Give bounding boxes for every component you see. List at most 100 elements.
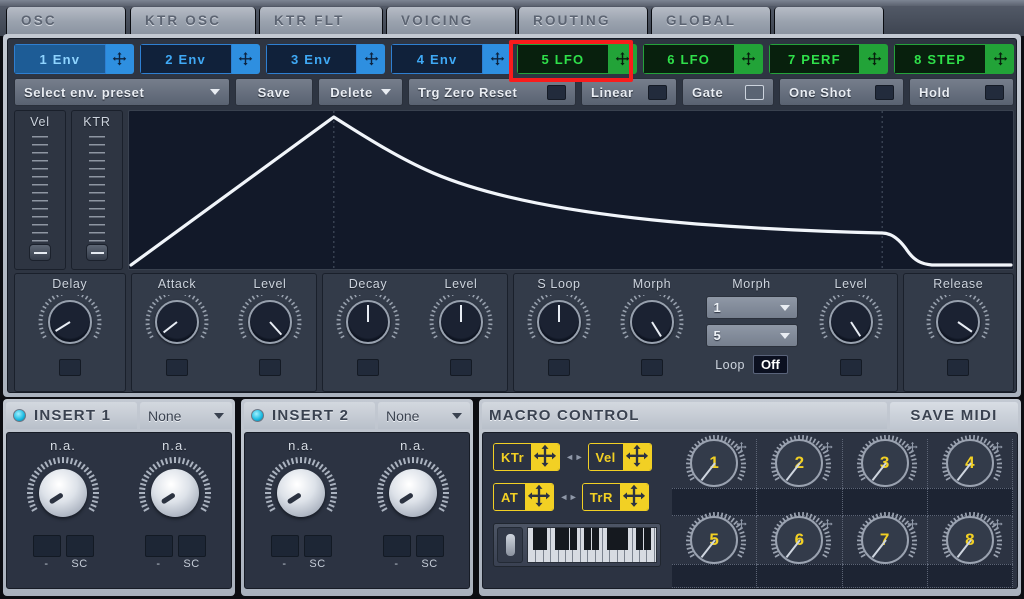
toggle-checkbox[interactable] <box>648 85 667 100</box>
insert-knob[interactable] <box>376 456 450 530</box>
macro-knob-4[interactable]: 4 <box>946 439 994 487</box>
knob-body[interactable] <box>389 469 437 517</box>
toggle-checkbox[interactable] <box>745 85 764 100</box>
knob[interactable] <box>925 295 991 357</box>
knob[interactable] <box>619 295 685 357</box>
env-move-handle[interactable] <box>860 44 888 74</box>
loop-value-button[interactable]: Off <box>753 355 788 374</box>
macro-source-trr[interactable]: TrR <box>582 483 649 511</box>
ktr-slider-handle[interactable] <box>86 244 108 261</box>
insert-btn-minus[interactable] <box>271 535 299 557</box>
macro-knob-5[interactable]: 5 <box>690 516 738 564</box>
macro-knob-move-handle[interactable] <box>735 441 748 459</box>
insert-btn-minus[interactable] <box>33 535 61 557</box>
insert-slot-select[interactable]: None <box>140 402 232 429</box>
knob-body[interactable] <box>248 300 292 344</box>
insert-btn-sc[interactable] <box>416 535 444 557</box>
macro-source-ktr[interactable]: KTr <box>493 443 560 471</box>
knob[interactable] <box>818 295 884 357</box>
env-button-3-env[interactable]: 3 Env <box>266 44 386 74</box>
macro-source-at[interactable]: AT <box>493 483 554 511</box>
knob-assign-button[interactable] <box>59 359 81 376</box>
ktr-slider-track[interactable] <box>86 136 108 261</box>
macro-knob-move-handle[interactable] <box>821 518 834 536</box>
insert-knob[interactable] <box>264 456 338 530</box>
piano-black-key[interactable] <box>592 528 599 550</box>
toggle-hold[interactable]: Hold <box>909 78 1014 106</box>
piano-black-key[interactable] <box>555 528 562 550</box>
macro-knob-move-handle[interactable] <box>906 441 919 459</box>
knob-assign-button[interactable] <box>357 359 379 376</box>
tab-global[interactable]: GLOBAL <box>651 7 771 34</box>
env-move-handle[interactable] <box>609 44 637 74</box>
midi-keyboard[interactable] <box>493 523 661 567</box>
macro-source-move-handle[interactable] <box>620 484 648 510</box>
knob-body[interactable] <box>537 300 581 344</box>
knob-body[interactable] <box>829 300 873 344</box>
macro-source-move-handle[interactable] <box>623 444 651 470</box>
knob-assign-button[interactable] <box>641 359 663 376</box>
knob[interactable] <box>37 295 103 357</box>
env-button-5-lfo[interactable]: 5 LFO <box>517 44 637 74</box>
toggle-checkbox[interactable] <box>547 85 566 100</box>
env-move-handle[interactable] <box>357 44 385 74</box>
knob-assign-button[interactable] <box>259 359 281 376</box>
knob-body[interactable] <box>48 300 92 344</box>
tab-ktr-flt[interactable]: KTR FLT <box>259 7 383 34</box>
morph-select-b[interactable]: 5 <box>706 324 798 347</box>
tab-ktr-osc[interactable]: KTR OSC <box>130 7 256 34</box>
insert-btn-sc[interactable] <box>66 535 94 557</box>
insert-title[interactable]: INSERT 1 <box>6 402 137 429</box>
vel-slider-track[interactable] <box>29 136 51 261</box>
knob-body[interactable] <box>151 469 199 517</box>
insert-knob[interactable] <box>138 456 212 530</box>
env-move-handle[interactable] <box>232 44 260 74</box>
tab-routing[interactable]: ROUTING <box>518 7 648 34</box>
knob-body[interactable] <box>39 469 87 517</box>
knob-body[interactable] <box>936 300 980 344</box>
env-button-2-env[interactable]: 2 Env <box>140 44 260 74</box>
env-move-handle[interactable] <box>106 44 134 74</box>
macro-knob-move-handle[interactable] <box>991 518 1004 536</box>
knob-assign-button[interactable] <box>840 359 862 376</box>
tab-osc[interactable]: OSC <box>6 7 126 34</box>
env-move-handle[interactable] <box>735 44 763 74</box>
piano-black-key[interactable] <box>607 528 614 550</box>
power-led-icon[interactable] <box>13 409 26 422</box>
env-move-handle[interactable] <box>483 44 511 74</box>
vel-slider[interactable]: Vel <box>14 110 66 270</box>
knob[interactable] <box>237 295 303 357</box>
envelope-curve-display[interactable] <box>128 110 1014 270</box>
piano-black-key[interactable] <box>584 528 591 550</box>
env-move-handle[interactable] <box>986 44 1014 74</box>
morph-select-a[interactable]: 1 <box>706 296 798 319</box>
pitch-wheel[interactable] <box>497 527 523 563</box>
knob-body[interactable] <box>155 300 199 344</box>
macro-knob-1[interactable]: 1 <box>690 439 738 487</box>
insert-btn-sc[interactable] <box>178 535 206 557</box>
macro-knob-3[interactable]: 3 <box>861 439 909 487</box>
knob-body[interactable] <box>346 300 390 344</box>
knob-assign-button[interactable] <box>450 359 472 376</box>
piano-black-key[interactable] <box>644 528 651 550</box>
env-button-8-step[interactable]: 8 STEP <box>894 44 1014 74</box>
macro-knob-8[interactable]: 8 <box>946 516 994 564</box>
save-midi-button[interactable]: SAVE MIDI <box>890 402 1018 429</box>
tab-voicing[interactable]: VOICING <box>386 7 516 34</box>
knob-body[interactable] <box>277 469 325 517</box>
insert-btn-minus[interactable] <box>383 535 411 557</box>
insert-knob[interactable] <box>26 456 100 530</box>
piano-black-key[interactable] <box>562 528 569 550</box>
toggle-linear[interactable]: Linear <box>581 78 677 106</box>
knob[interactable] <box>428 295 494 357</box>
toggle-trg-zero-reset[interactable]: Trg Zero Reset <box>408 78 576 106</box>
macro-source-move-handle[interactable] <box>525 484 553 510</box>
ktr-slider[interactable]: KTR <box>71 110 123 270</box>
macro-source-vel[interactable]: Vel <box>588 443 652 471</box>
knob[interactable] <box>335 295 401 357</box>
macro-knob-6[interactable]: 6 <box>775 516 823 564</box>
save-button[interactable]: Save <box>235 78 313 106</box>
macro-knob-move-handle[interactable] <box>991 441 1004 459</box>
knob-assign-button[interactable] <box>548 359 570 376</box>
piano-black-key[interactable] <box>621 528 628 550</box>
